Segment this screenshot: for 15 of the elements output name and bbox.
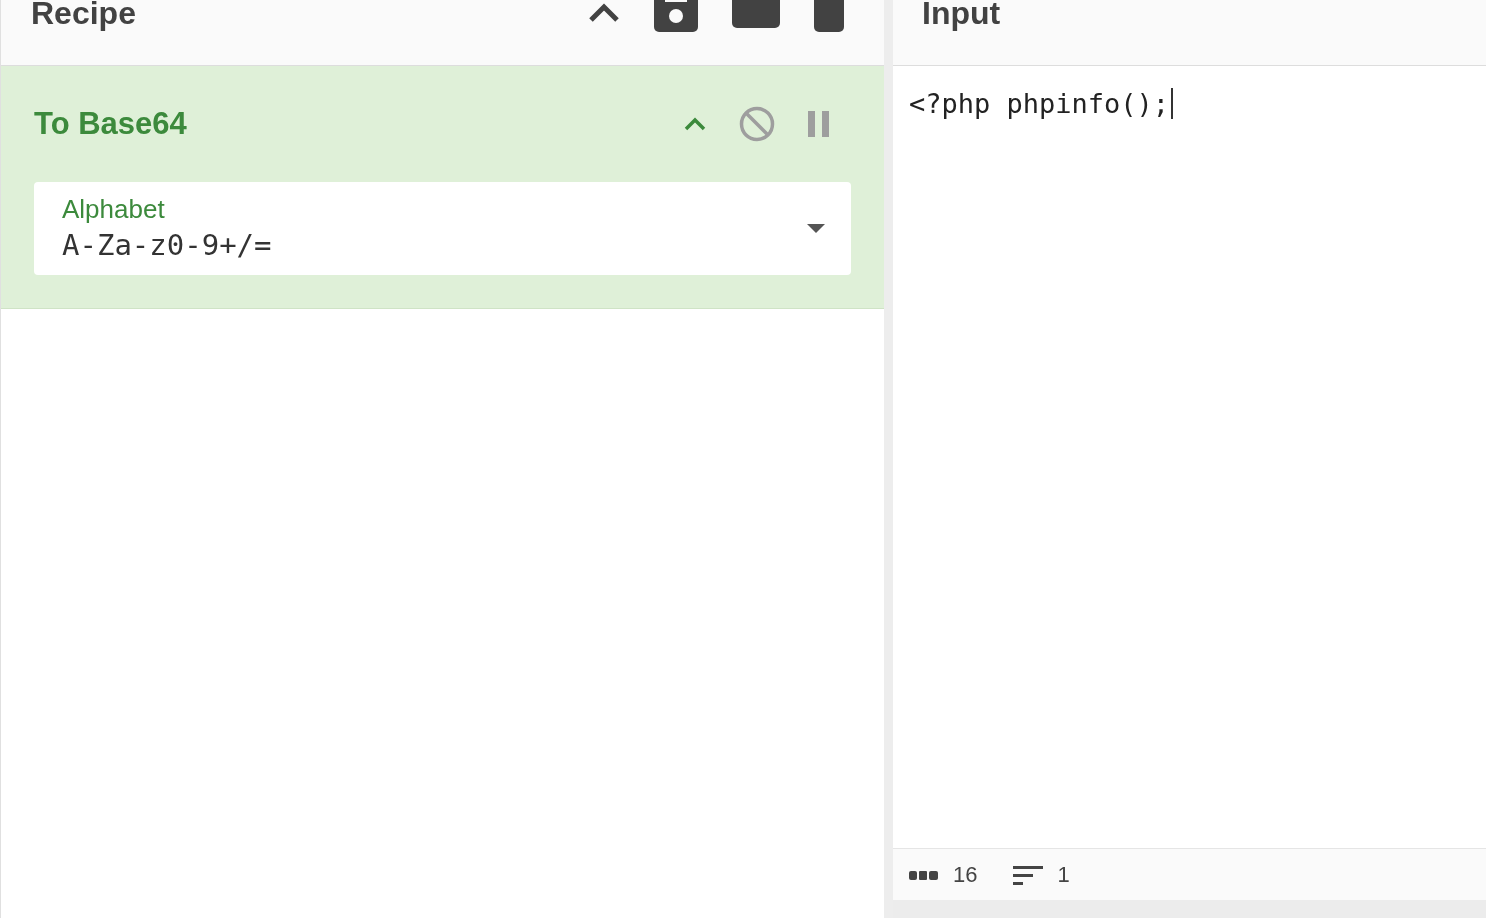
length-count: 16: [953, 861, 978, 889]
line-count: 1: [1057, 861, 1070, 889]
pause-icon[interactable]: [807, 110, 831, 138]
operation-title: To Base64: [34, 104, 187, 143]
panel-title: Recipe: [31, 0, 136, 29]
caret-icon: [807, 223, 825, 234]
lines-icon: [1013, 863, 1044, 886]
field-value: A-Za-z0-9+/=: [62, 226, 272, 264]
chevron-up-icon[interactable]: [588, 2, 620, 24]
alphabet-dropdown[interactable]: Alphabet A-Za-z0-9+/=: [34, 182, 851, 275]
field-label: Alphabet: [62, 192, 166, 225]
save-icon[interactable]: [654, 0, 698, 32]
disable-icon[interactable]: [739, 106, 775, 142]
panel-title: Input: [922, 0, 1002, 29]
input-text[interactable]: <?php phpinfo();: [909, 88, 1174, 119]
